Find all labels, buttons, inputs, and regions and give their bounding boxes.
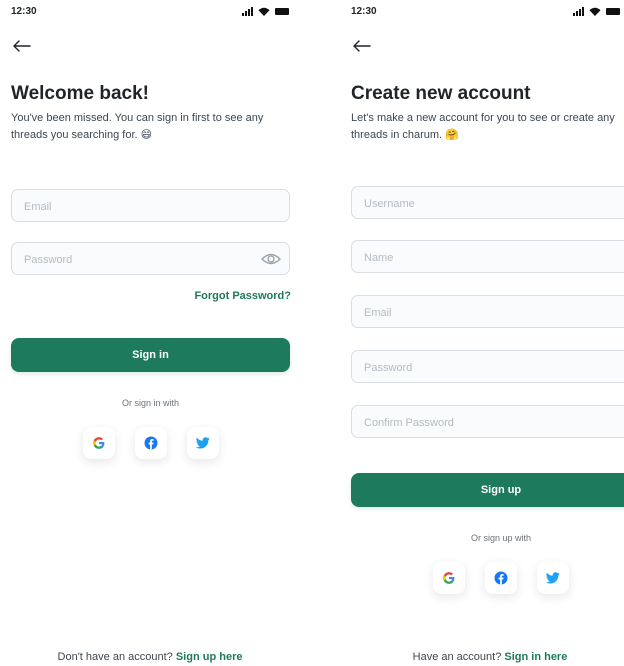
confirm-password-field xyxy=(351,405,624,439)
status-bar: 12:30 xyxy=(11,6,300,20)
footer-text: Don't have an account? xyxy=(57,651,173,663)
signup-screen: 12:30 Create new account Let's make a ne… xyxy=(340,0,624,666)
password-field xyxy=(11,242,290,276)
google-icon xyxy=(443,572,455,584)
signup-prompt: Don't have an account? Sign up here xyxy=(0,651,300,663)
alt-signin-label: Or sign in with xyxy=(121,398,180,408)
signin-prompt: Have an account? Sign in here xyxy=(340,651,624,663)
sign-up-link[interactable]: Sign up here xyxy=(176,651,243,663)
battery-icon xyxy=(606,8,620,15)
twitter-button[interactable] xyxy=(537,562,569,594)
email-input[interactable] xyxy=(22,190,256,223)
social-login-group xyxy=(11,427,290,459)
battery-icon xyxy=(275,8,289,15)
password-input[interactable] xyxy=(362,351,596,384)
username-input[interactable] xyxy=(362,187,596,220)
facebook-icon xyxy=(144,436,157,450)
email-field xyxy=(11,189,290,223)
status-time: 12:30 xyxy=(351,6,377,17)
google-icon xyxy=(92,437,104,449)
page-subtitle: You've been missed. You can sign in firs… xyxy=(11,112,264,141)
name-input[interactable] xyxy=(362,241,596,274)
email-input[interactable] xyxy=(362,296,596,329)
system-icons xyxy=(573,7,620,16)
forgot-password-link[interactable]: Forgot Password? xyxy=(194,290,291,302)
confirm-password-input[interactable] xyxy=(362,406,596,439)
sign-up-button[interactable]: Sign up xyxy=(351,473,624,507)
eye-icon[interactable] xyxy=(261,250,281,268)
system-icons xyxy=(242,7,289,16)
password-input[interactable] xyxy=(22,243,256,276)
username-field xyxy=(351,186,624,220)
page-title: Create new account xyxy=(351,83,531,104)
google-button[interactable] xyxy=(82,427,115,459)
twitter-button[interactable] xyxy=(186,427,219,459)
facebook-icon xyxy=(494,571,508,585)
facebook-button[interactable] xyxy=(134,427,167,459)
twitter-icon xyxy=(195,437,210,449)
signal-icon xyxy=(573,7,584,16)
page-subtitle: Let's make a new account for you to see … xyxy=(351,112,615,141)
login-screen: 12:30 Welcome back! You've been missed. … xyxy=(0,0,300,666)
google-button[interactable] xyxy=(433,562,465,594)
back-arrow-icon[interactable] xyxy=(11,37,33,55)
twitter-icon xyxy=(546,572,560,584)
sign-in-button[interactable]: Sign in xyxy=(11,338,290,372)
page-title: Welcome back! xyxy=(11,83,149,104)
password-field xyxy=(351,350,624,384)
email-field xyxy=(351,295,624,329)
signal-icon xyxy=(242,7,253,16)
facebook-button[interactable] xyxy=(485,562,517,594)
status-time: 12:30 xyxy=(11,6,37,17)
social-signup-group xyxy=(351,562,624,594)
name-field xyxy=(351,240,624,274)
wifi-icon xyxy=(258,7,270,16)
alt-signup-label: Or sign up with xyxy=(470,533,532,543)
status-bar: 12:30 xyxy=(351,6,624,20)
back-arrow-icon[interactable] xyxy=(351,37,373,55)
footer-text: Have an account? xyxy=(412,651,502,663)
sign-in-link[interactable]: Sign in here xyxy=(504,651,567,663)
wifi-icon xyxy=(589,7,601,16)
